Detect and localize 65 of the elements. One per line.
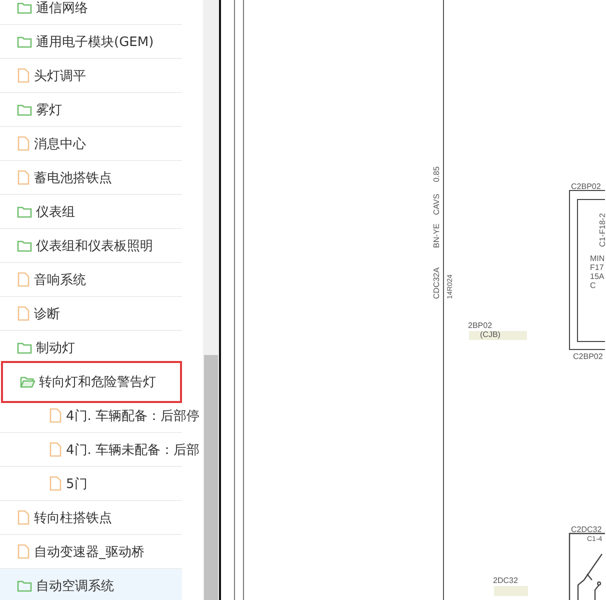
scrollbar-thumb[interactable] (204, 355, 218, 600)
tree-item-label: 4门. 车辆配备：后部停 (66, 408, 200, 424)
pin-label: C1-F18-2 (598, 213, 605, 247)
file-icon (17, 170, 30, 185)
tree-item[interactable]: 诊断 (0, 297, 182, 330)
switch-drawing (568, 532, 605, 600)
file-icon (49, 408, 62, 423)
splice-label: 2BP02 (468, 321, 492, 330)
tree-item[interactable]: 4门. 车辆未配备：后部 (0, 433, 200, 466)
circuit-label: CDC32A (432, 267, 441, 299)
tree-item[interactable]: 仪表组 (0, 195, 182, 228)
wire-color-label: BN-YE (432, 224, 441, 248)
tree-item[interactable]: 制动灯 (0, 331, 182, 364)
tree-item-label: 仪表组和仪表板照明 (36, 238, 153, 254)
file-icon (49, 442, 62, 457)
file-icon (17, 136, 30, 151)
tree-item-label: 自动空调系统 (36, 578, 114, 594)
splice-label: 2DC32 (493, 576, 518, 585)
file-icon (49, 476, 62, 491)
tree-item-label: 雾灯 (36, 102, 62, 118)
tree-item[interactable]: 5门 (0, 467, 182, 500)
tree-item[interactable]: 转向灯和危险警告灯 (1, 360, 182, 402)
tree-item-label: 5门 (66, 476, 88, 492)
fuse-label: MINI (590, 254, 605, 263)
tree-item[interactable]: 蓄电池搭铁点 (0, 161, 182, 194)
tree-item[interactable]: 雾灯 (0, 93, 182, 126)
fuse-label: 15A (590, 272, 604, 281)
tree-item[interactable]: 音响系统 (0, 263, 182, 296)
tree-item-label: 制动灯 (36, 340, 75, 356)
tree-item-label: 消息中心 (34, 136, 86, 152)
tree-item-label: 诊断 (34, 306, 60, 322)
tree-item-label: 头灯调平 (34, 68, 86, 84)
location-label: (CJB) (480, 330, 500, 339)
tree-item-label: 4门. 车辆未配备：后部 (66, 442, 200, 458)
fuse-label: C (590, 281, 596, 290)
fuse-label: F17 (590, 263, 604, 272)
tree-item-label: 自动变速器_驱动桥 (34, 544, 144, 560)
tree-item-label: 转向灯和危险警告灯 (39, 374, 156, 390)
file-icon (17, 510, 30, 525)
tree-item[interactable]: 4门. 车辆配备：后部停 (0, 399, 200, 432)
tree-item-label: 蓄电池搭铁点 (34, 170, 112, 186)
file-icon (17, 306, 30, 321)
tree-item[interactable]: 自动变速器_驱动桥 (0, 535, 182, 568)
tree-item[interactable]: 仪表组和仪表板照明 (0, 229, 182, 262)
splice-marker (494, 586, 528, 596)
splice-marker (469, 331, 527, 340)
file-icon (17, 68, 30, 83)
tree-item-label: 音响系统 (34, 272, 86, 288)
tree-item-label: 转向柱搭铁点 (34, 510, 112, 526)
connector-label: C2DC32 (571, 525, 602, 534)
connector-label: C2BP02 (571, 182, 601, 191)
tree-item[interactable]: 通用电子模块(GEM) (0, 25, 182, 58)
tree-item-label: 通用电子模块(GEM) (36, 34, 154, 50)
tree-item[interactable]: 通信网络 (0, 0, 182, 24)
tree-item[interactable]: 转向柱搭铁点 (0, 501, 182, 534)
wire-type-label: CAVS (432, 194, 441, 215)
tree-item[interactable]: 消息中心 (0, 127, 182, 160)
file-icon (17, 272, 30, 287)
tree-item[interactable]: 自动空调系统 (0, 569, 182, 600)
connector-label: C2BP02 (573, 352, 603, 361)
tree-item-label: 仪表组 (36, 204, 75, 220)
file-icon (17, 544, 30, 559)
tree-item[interactable]: 头灯调平 (0, 59, 182, 92)
wire-size-label: 0.85 (432, 166, 441, 182)
tree-item-label: 通信网络 (36, 0, 88, 16)
